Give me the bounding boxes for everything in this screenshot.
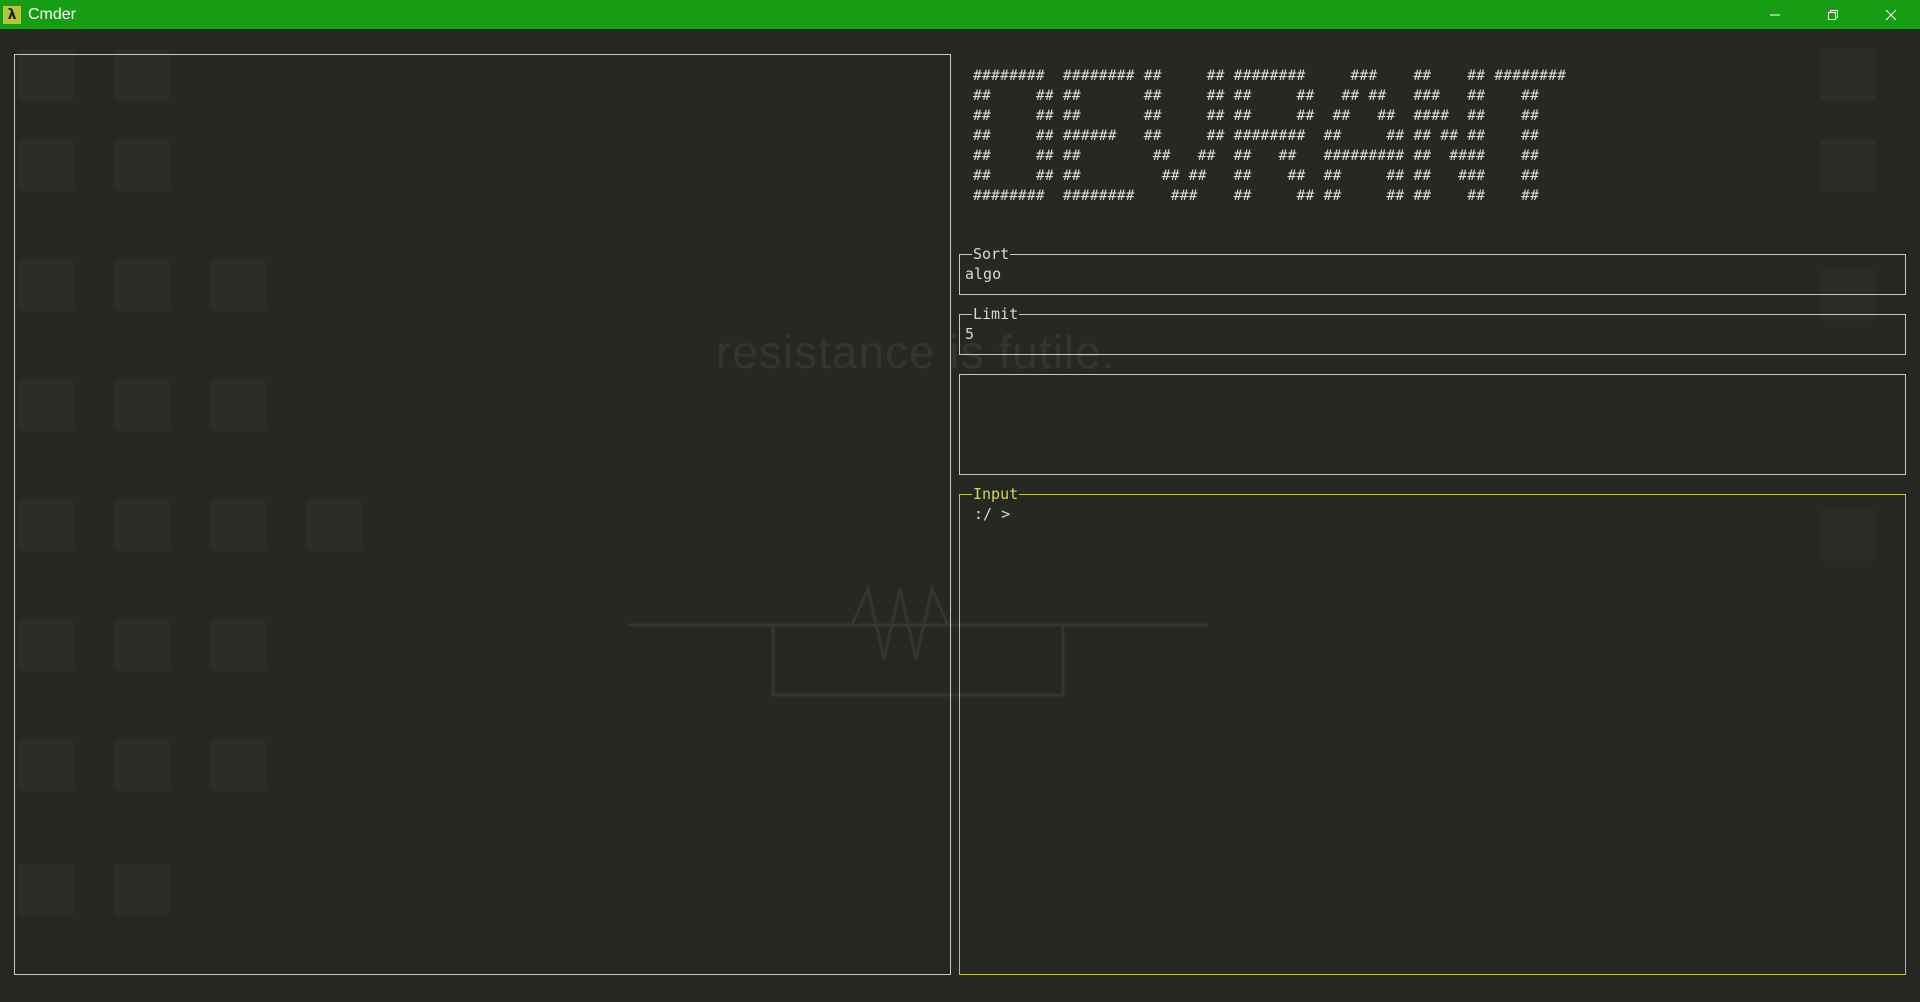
bottom-edge (0, 997, 1920, 1002)
window-controls (1746, 0, 1920, 29)
banner-line: ## ## ## ## ## ## ## ## ## #### ## ## (973, 107, 1540, 124)
lambda-icon: λ (3, 5, 21, 24)
close-button[interactable] (1862, 0, 1920, 29)
limit-label: Limit (972, 304, 1020, 324)
limit-field[interactable]: Limit 5 (959, 304, 1906, 355)
banner-line: ## ## ## ## ## ## ## ## ## ## ### ## (973, 167, 1540, 184)
restore-icon (1828, 9, 1838, 20)
command-prompt[interactable]: :/ > (974, 504, 1010, 524)
sort-value: algo (965, 265, 1002, 283)
limit-value: 5 (965, 325, 975, 343)
banner-line: ######## ######## ## ## ######## ### ## … (973, 67, 1567, 84)
results-pane[interactable] (14, 54, 951, 975)
restore-button[interactable] (1804, 0, 1862, 29)
minimize-button[interactable] (1746, 0, 1804, 29)
banner-line: ## ## ###### ## ## ######## ## ## ## ## … (973, 127, 1540, 144)
window-title: Cmder (28, 5, 77, 23)
cmder-window: λ Cmder resistance is futile. ######## #… (0, 0, 1920, 1002)
banner-line: ######## ######## ### ## ## ## ## ## ## … (973, 187, 1540, 204)
close-icon (1885, 9, 1897, 20)
ascii-banner: ######## ######## ## ## ######## ### ## … (973, 66, 1566, 206)
sort-field[interactable]: Sort algo (959, 244, 1906, 295)
sort-label: Sort (972, 244, 1011, 264)
input-field[interactable]: Input :/ > (959, 484, 1906, 975)
banner-line: ## ## ## ## ## ## ## ## ## ### ## ## (973, 87, 1540, 104)
banner-line: ## ## ## ## ## ## ## ######### ## #### #… (973, 147, 1540, 164)
minimize-icon (1770, 14, 1780, 15)
input-label: Input (972, 484, 1020, 504)
title-bar[interactable]: λ Cmder (0, 0, 1920, 29)
status-box (959, 374, 1906, 475)
